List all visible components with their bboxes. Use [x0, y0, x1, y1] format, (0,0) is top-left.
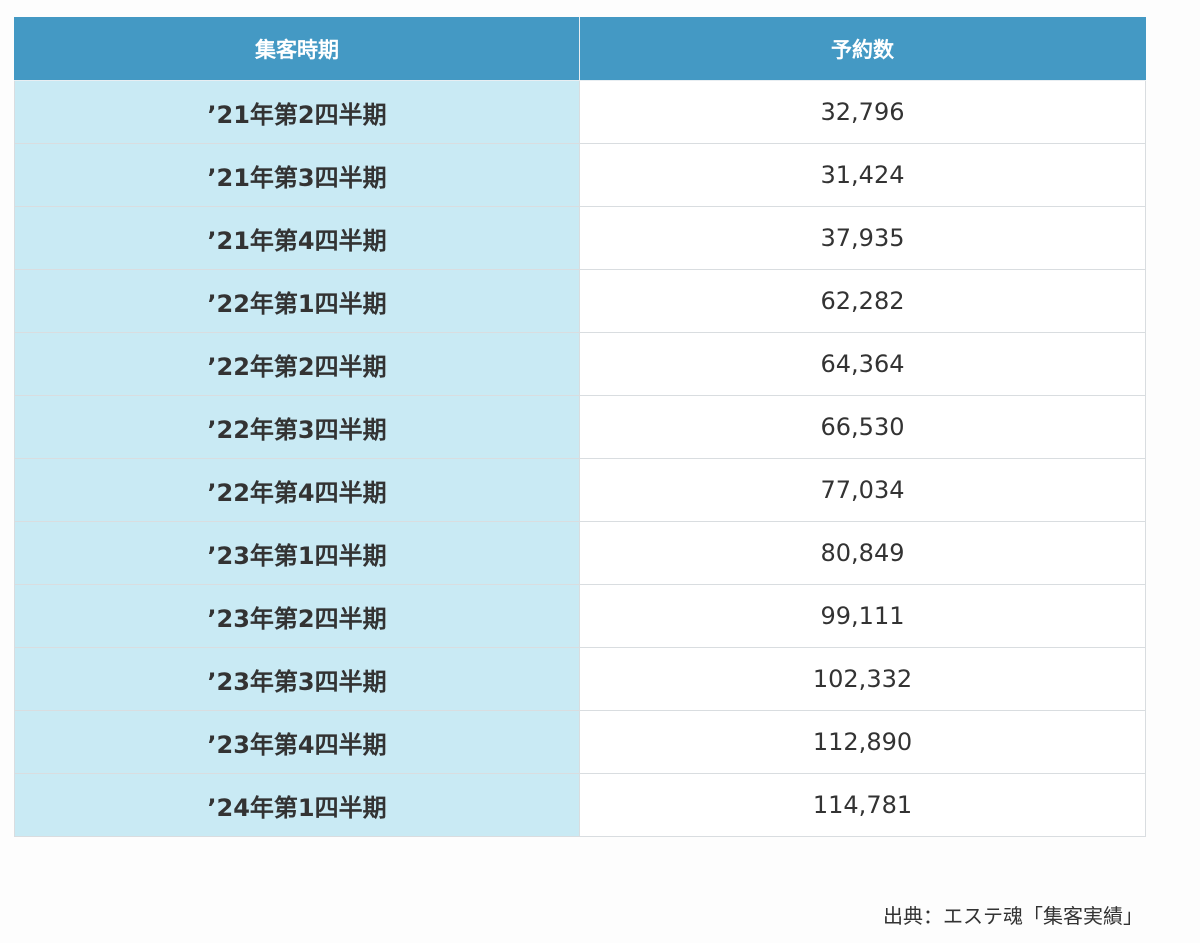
period-cell: ’21年第4四半期 [14, 206, 580, 270]
reservations-cell: 80,849 [579, 521, 1146, 585]
reservations-cell: 64,364 [579, 332, 1146, 396]
period-cell: ’22年第1四半期 [14, 269, 580, 333]
period-cell: ’21年第2四半期 [14, 80, 580, 144]
table-row: ’23年第4四半期 112,890 [14, 710, 1146, 774]
header-reservations: 予約数 [579, 17, 1146, 81]
period-cell: ’23年第4四半期 [14, 710, 580, 774]
reservations-cell: 114,781 [579, 773, 1146, 837]
reservations-cell: 77,034 [579, 458, 1146, 522]
table-row: ’23年第3四半期 102,332 [14, 647, 1146, 711]
reservations-cell: 99,111 [579, 584, 1146, 648]
period-cell: ’22年第2四半期 [14, 332, 580, 396]
period-cell: ’23年第2四半期 [14, 584, 580, 648]
table-row: ’24年第1四半期 114,781 [14, 773, 1146, 837]
table-row: ’21年第2四半期 32,796 [14, 80, 1146, 144]
reservations-cell: 37,935 [579, 206, 1146, 270]
table-row: ’22年第1四半期 62,282 [14, 269, 1146, 333]
table-row: ’22年第4四半期 77,034 [14, 458, 1146, 522]
reservations-cell: 32,796 [579, 80, 1146, 144]
header-period: 集客時期 [14, 17, 580, 81]
reservations-cell: 62,282 [579, 269, 1146, 333]
period-cell: ’23年第1四半期 [14, 521, 580, 585]
table-row: ’23年第1四半期 80,849 [14, 521, 1146, 585]
source-note: 出典：エステ魂「集客実績」 [883, 904, 1143, 928]
table-row: ’22年第2四半期 64,364 [14, 332, 1146, 396]
reservations-cell: 102,332 [579, 647, 1146, 711]
table-row: ’21年第3四半期 31,424 [14, 143, 1146, 207]
period-cell: ’22年第3四半期 [14, 395, 580, 459]
table-header-row: 集客時期 予約数 [14, 17, 1146, 81]
period-cell: ’21年第3四半期 [14, 143, 580, 207]
table-row: ’21年第4四半期 37,935 [14, 206, 1146, 270]
table-row: ’22年第3四半期 66,530 [14, 395, 1146, 459]
period-cell: ’24年第1四半期 [14, 773, 580, 837]
reservations-table: 集客時期 予約数 ’21年第2四半期 32,796 ’21年第3四半期 31,4… [14, 17, 1146, 837]
reservations-cell: 66,530 [579, 395, 1146, 459]
period-cell: ’22年第4四半期 [14, 458, 580, 522]
table-row: ’23年第2四半期 99,111 [14, 584, 1146, 648]
period-cell: ’23年第3四半期 [14, 647, 580, 711]
reservations-cell: 31,424 [579, 143, 1146, 207]
reservations-cell: 112,890 [579, 710, 1146, 774]
